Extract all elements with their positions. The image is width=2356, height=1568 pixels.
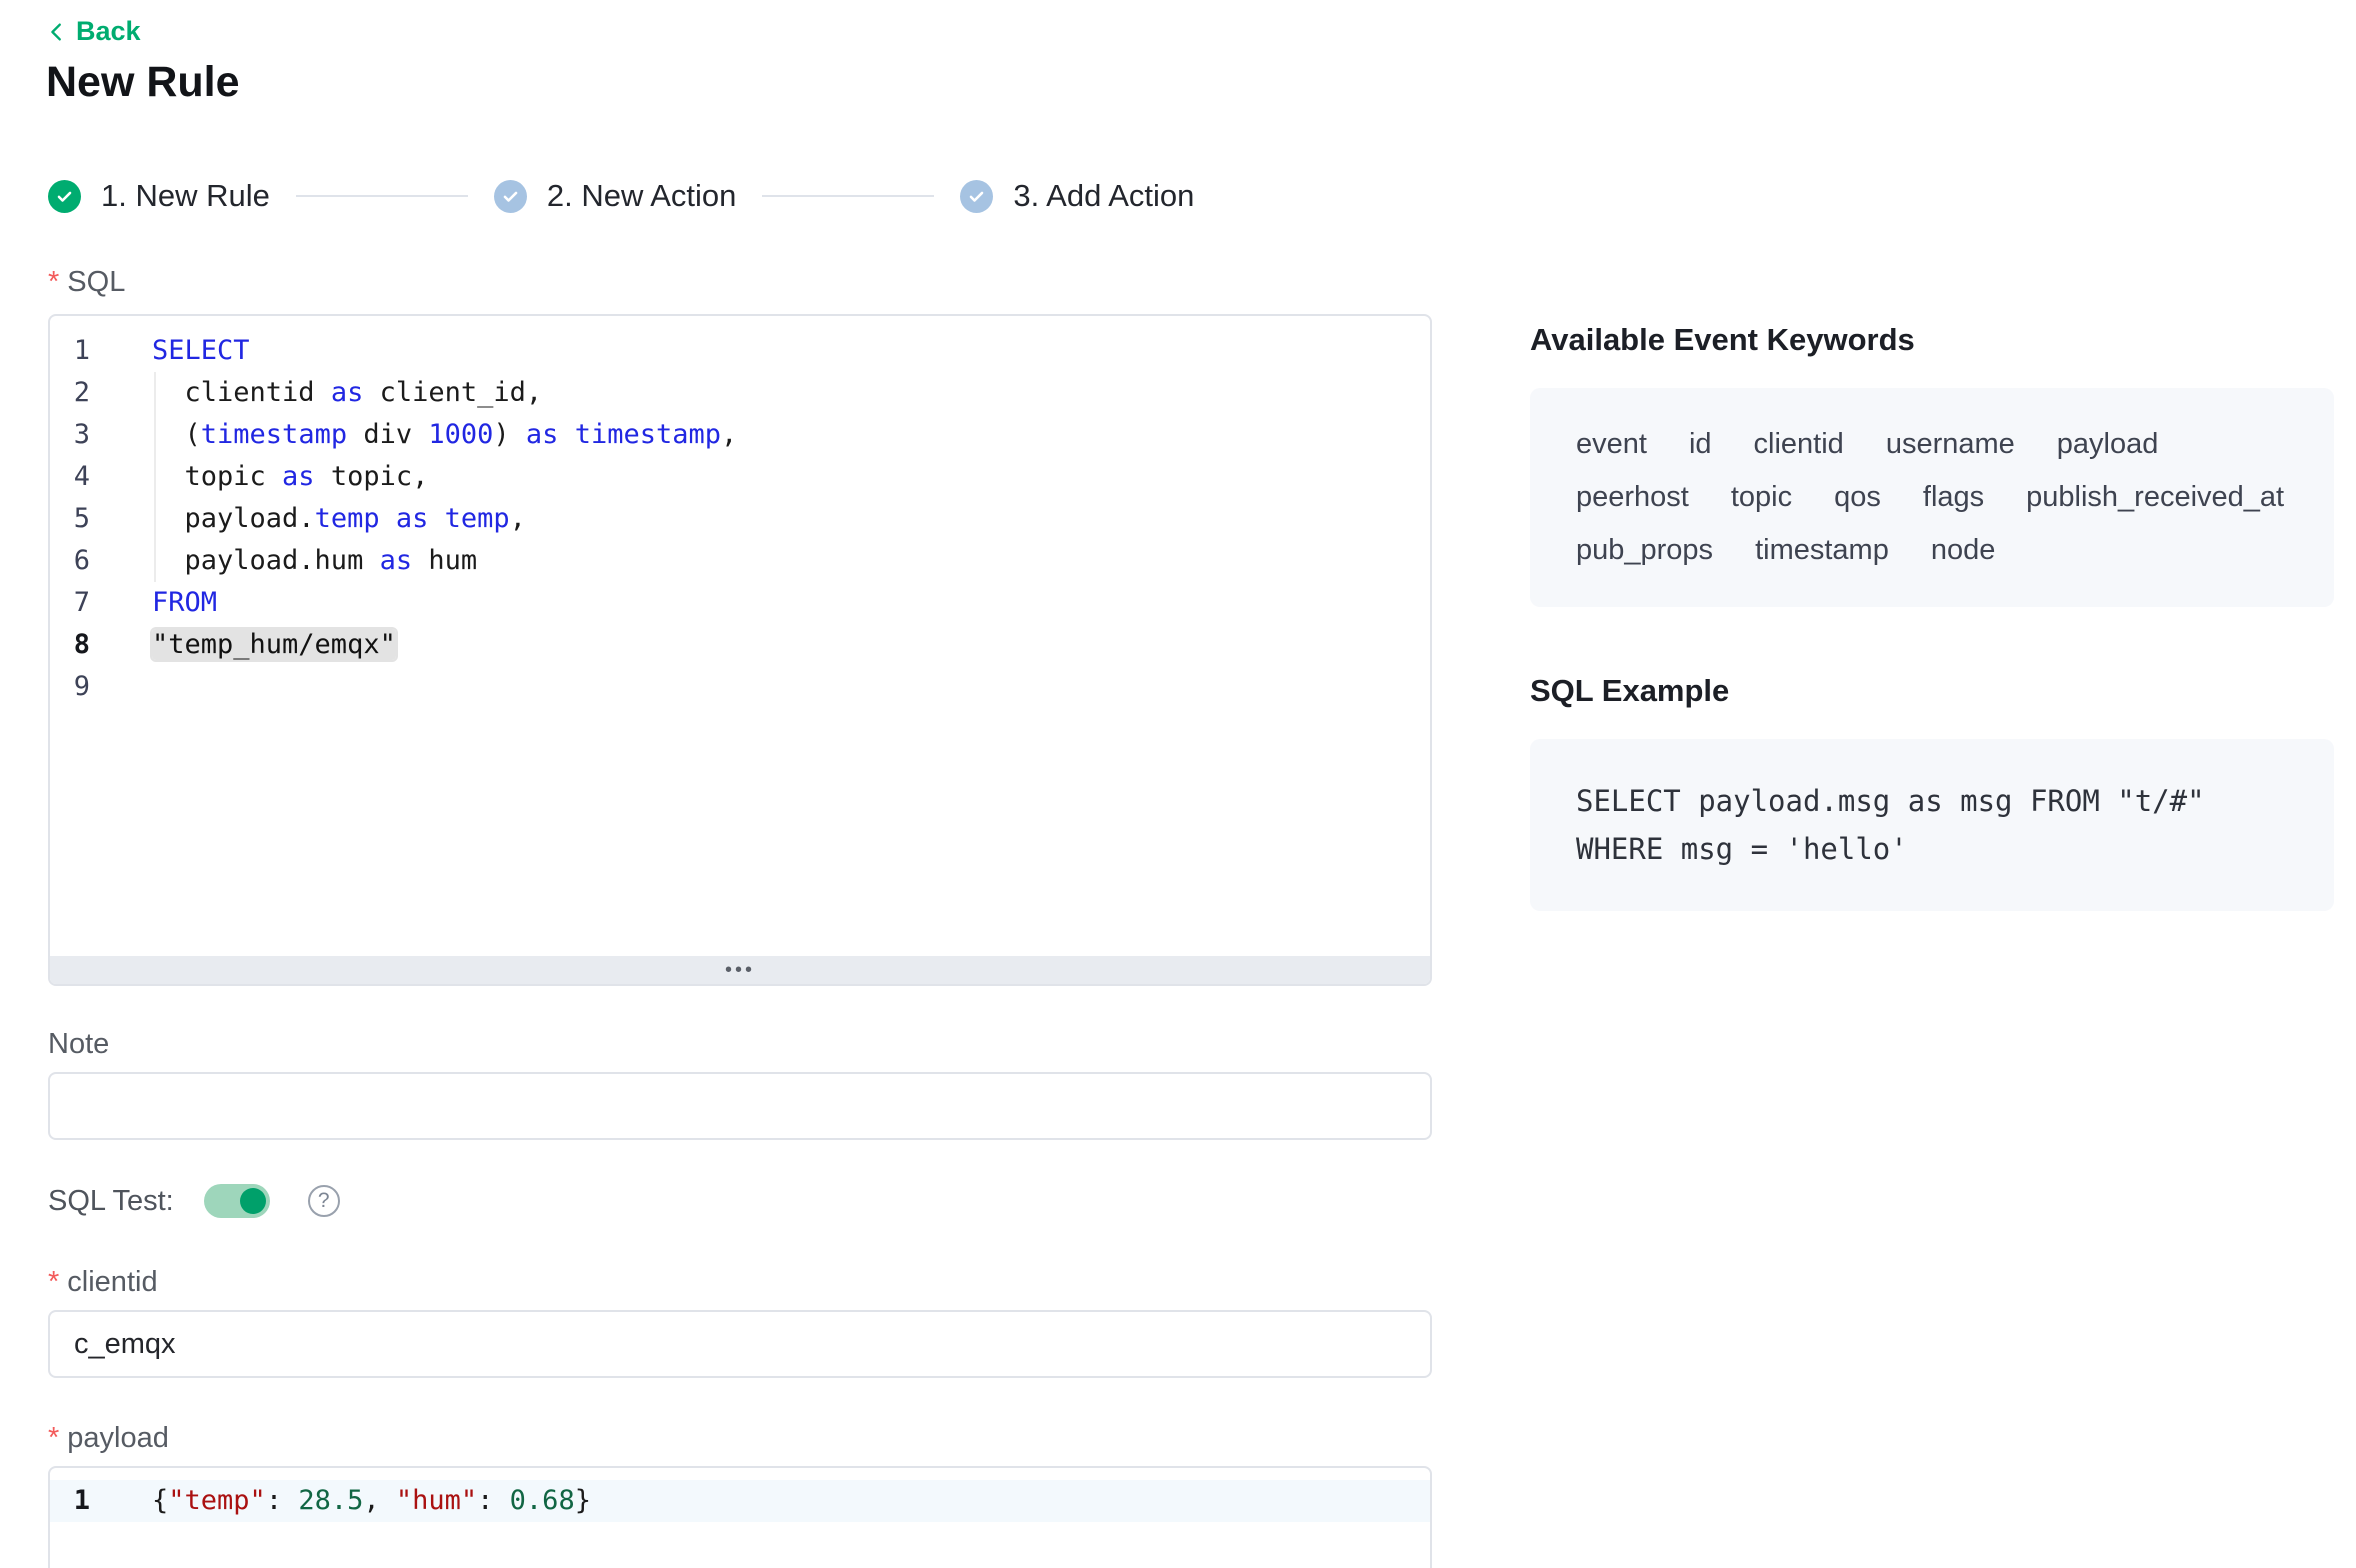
code-line-2: 2 clientid as client_id,	[50, 372, 1430, 414]
keyword-timestamp: timestamp	[1755, 534, 1889, 567]
keyword-event: event	[1576, 428, 1647, 461]
line-number: 1	[50, 1480, 90, 1522]
step-3-add-action: 3. Add Action	[960, 178, 1194, 214]
chevron-left-icon	[46, 21, 68, 43]
help-icon[interactable]: ?	[308, 1185, 340, 1217]
payload-editor-lines: 1{"temp": 28.5, "hum": 0.68}	[50, 1468, 1430, 1522]
keyword-id: id	[1689, 428, 1712, 461]
step-3-label: 3. Add Action	[1013, 178, 1194, 214]
sql-test-toggle[interactable]	[204, 1184, 270, 1218]
step-2-new-action: 2. New Action	[494, 178, 737, 214]
note-field-label: Note	[48, 1028, 109, 1061]
step-1-label: 1. New Rule	[101, 178, 270, 214]
keyword-username: username	[1886, 428, 2015, 461]
keyword-node: node	[1931, 534, 1996, 567]
line-number: 5	[50, 498, 90, 540]
keywords-title: Available Event Keywords	[1530, 322, 2334, 358]
line-number: 4	[50, 456, 90, 498]
check-circle-icon	[494, 180, 527, 213]
keyword-clientid: clientid	[1754, 428, 1844, 461]
line-number: 9	[50, 666, 90, 708]
required-asterisk: *	[48, 1266, 59, 1298]
step-connector	[296, 195, 468, 197]
keyword-publish_received_at: publish_received_at	[2026, 481, 2284, 514]
clientid-field-label: *clientid	[48, 1266, 158, 1299]
code-line-1: 1SELECT	[50, 330, 1430, 372]
code-line-1: 1{"temp": 28.5, "hum": 0.68}	[50, 1480, 1430, 1522]
sql-example-title: SQL Example	[1530, 673, 2334, 709]
sql-example-box: SELECT payload.msg as msg FROM "t/#" WHE…	[1530, 739, 2334, 911]
new-rule-page: Back New Rule 1. New Rule 2. New Action …	[0, 0, 2356, 1568]
sql-test-label: SQL Test:	[48, 1185, 174, 1218]
code-line-6: 6 payload.hum as hum	[50, 540, 1430, 582]
sql-editor-lines: 1SELECT2 clientid as client_id,3 (timest…	[50, 316, 1430, 708]
required-asterisk: *	[48, 266, 59, 298]
back-label: Back	[76, 16, 141, 47]
payload-code-editor[interactable]: 1{"temp": 28.5, "hum": 0.68}	[48, 1466, 1432, 1568]
sql-example-line: SELECT payload.msg as msg FROM "t/#"	[1576, 777, 2288, 825]
keyword-topic: topic	[1731, 481, 1792, 514]
line-number: 2	[50, 372, 90, 414]
line-number: 3	[50, 414, 90, 456]
line-number: 8	[50, 624, 90, 666]
keyword-qos: qos	[1834, 481, 1881, 514]
code-line-9: 9	[50, 666, 1430, 708]
code-line-7: 7FROM	[50, 582, 1430, 624]
step-connector	[762, 195, 934, 197]
line-number: 1	[50, 330, 90, 372]
note-input[interactable]	[48, 1072, 1432, 1140]
payload-field-label: *payload	[48, 1422, 169, 1455]
keyword-pub_props: pub_props	[1576, 534, 1713, 567]
keyword-payload: payload	[2057, 428, 2159, 461]
line-number: 6	[50, 540, 90, 582]
sql-field-label: *SQL	[48, 266, 125, 299]
step-1-new-rule: 1. New Rule	[48, 178, 270, 214]
stepper: 1. New Rule 2. New Action 3. Add Action	[48, 178, 1194, 214]
keyword-flags: flags	[1923, 481, 1984, 514]
check-circle-icon	[960, 180, 993, 213]
resize-dots-icon: •••	[725, 959, 755, 982]
back-link[interactable]: Back	[46, 16, 141, 47]
check-circle-icon	[48, 180, 81, 213]
code-line-8: 8"temp_hum/emqx"	[50, 624, 1430, 666]
clientid-input[interactable]	[48, 1310, 1432, 1378]
step-2-label: 2. New Action	[547, 178, 737, 214]
page-title: New Rule	[46, 58, 240, 107]
sql-example-line: WHERE msg = 'hello'	[1576, 825, 2288, 873]
sql-test-row: SQL Test: ?	[48, 1184, 340, 1218]
event-keywords-box: event id clientid username payload peerhost to…	[1530, 388, 2334, 607]
code-line-3: 3 (timestamp div 1000) as timestamp,	[50, 414, 1430, 456]
sql-code-editor[interactable]: 1SELECT2 clientid as client_id,3 (timest…	[48, 314, 1432, 986]
line-number: 7	[50, 582, 90, 624]
sidebar: Available Event Keywords event id clientid…	[1530, 322, 2334, 911]
code-line-4: 4 topic as topic,	[50, 456, 1430, 498]
keyword-peerhost: peerhost	[1576, 481, 1689, 514]
required-asterisk: *	[48, 1422, 59, 1454]
editor-resize-handle[interactable]: •••	[50, 956, 1430, 984]
toggle-knob	[240, 1188, 266, 1214]
code-line-5: 5 payload.temp as temp,	[50, 498, 1430, 540]
